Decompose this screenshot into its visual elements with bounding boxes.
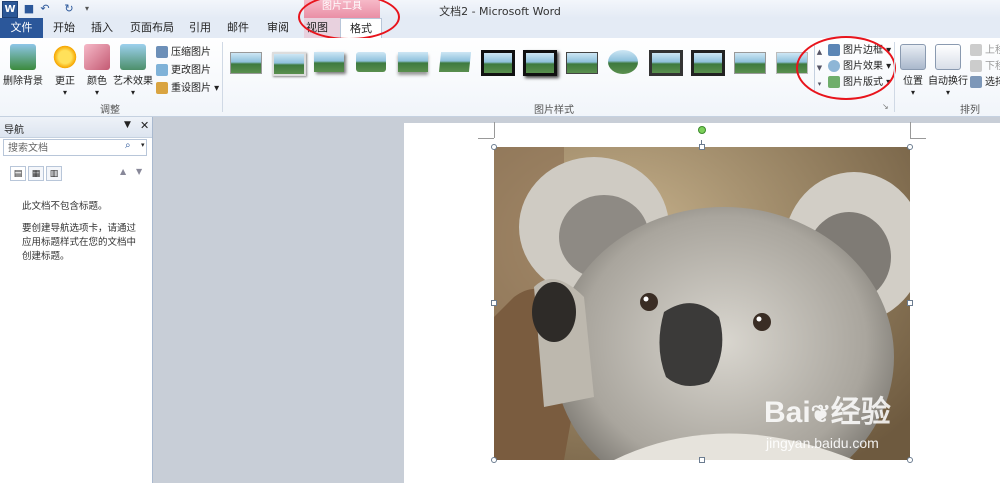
position-icon <box>900 44 926 70</box>
tab-page-layout[interactable]: 页面布局 <box>126 18 178 38</box>
tab-mailings[interactable]: 邮件 <box>222 18 254 38</box>
style-thumb-9[interactable] <box>564 48 598 76</box>
bring-forward-icon <box>970 44 982 56</box>
crop-mark <box>910 122 911 138</box>
nav-message-line1: 此文档不包含标题。 <box>22 201 108 212</box>
watermark-url: jingyan.baidu.com <box>766 435 879 451</box>
resize-handle-w[interactable] <box>491 300 497 306</box>
nav-message: 此文档不包含标题。 要创建导航选项卡，请通过应用标题样式在您的文档中创建标题。 <box>22 200 142 264</box>
style-thumb-11[interactable] <box>648 48 683 76</box>
style-thumb-5[interactable] <box>396 48 430 76</box>
nav-message-line2: 要创建导航选项卡，请通过应用标题样式在您的文档中创建标题。 <box>22 223 137 262</box>
color-icon <box>84 44 110 70</box>
nav-title: 导航 <box>4 125 24 136</box>
style-thumb-8[interactable] <box>522 48 557 76</box>
resize-handle-sw[interactable] <box>491 457 497 463</box>
tab-insert[interactable]: 插入 <box>86 18 118 38</box>
crop-mark <box>494 122 495 138</box>
artistic-effects-icon <box>120 44 146 70</box>
style-thumb-6[interactable] <box>438 48 472 76</box>
rotate-handle[interactable] <box>698 126 706 134</box>
window-title: 文档2 - Microsoft Word <box>439 5 561 18</box>
annotation-circle-styles <box>796 36 896 100</box>
tab-home[interactable]: 开始 <box>48 18 80 38</box>
style-thumb-7[interactable] <box>480 48 515 76</box>
style-thumb-13[interactable] <box>732 48 766 76</box>
selection-pane-icon <box>970 76 982 88</box>
group-label-picture-styles: 图片样式 <box>534 105 574 116</box>
position-button[interactable]: 位置 ▾ <box>898 44 928 98</box>
wrap-text-icon <box>935 44 961 70</box>
tab-headings[interactable]: ▤ <box>10 166 26 181</box>
tab-references[interactable]: 引用 <box>184 18 216 38</box>
resize-handle-n[interactable] <box>699 144 705 150</box>
style-thumb-4[interactable] <box>354 48 388 76</box>
color-button[interactable]: 颜色 ▾ <box>82 44 112 98</box>
resize-handle-se[interactable] <box>907 457 913 463</box>
style-thumb-1[interactable] <box>228 48 262 76</box>
tab-review[interactable]: 审阅 <box>262 18 294 38</box>
resize-handle-ne[interactable] <box>907 144 913 150</box>
corrections-button[interactable]: 更正 ▾ <box>50 44 80 98</box>
reset-picture-icon <box>156 82 168 94</box>
tab-pages[interactable]: ▦ <box>28 166 44 181</box>
selection-pane-button[interactable]: 选择 <box>970 74 1000 91</box>
send-backward-button[interactable]: 下移 <box>970 58 1000 75</box>
nav-menu-icon[interactable]: ▼ <box>124 120 131 130</box>
group-separator <box>894 42 895 112</box>
remove-background-icon <box>10 44 36 70</box>
watermark-brand: Bai❦经验 <box>764 396 891 429</box>
sun-icon <box>52 44 78 70</box>
bring-forward-button[interactable]: 上移 <box>970 42 1000 59</box>
close-icon[interactable]: ✕ <box>140 119 149 132</box>
group-separator <box>222 42 223 112</box>
style-thumb-12[interactable] <box>690 48 725 76</box>
group-label-arrange: 排列 <box>960 105 980 116</box>
remove-background-button[interactable]: 删除背景 <box>2 44 44 87</box>
koala-picture[interactable]: Bai❦经验 jingyan.baidu.com <box>494 147 910 460</box>
crop-mark <box>478 138 494 139</box>
style-thumb-10[interactable] <box>606 48 640 76</box>
compress-pictures-button[interactable]: 压缩图片 <box>156 44 211 61</box>
tab-results[interactable]: ▥ <box>46 166 62 181</box>
tab-file[interactable]: 文件 <box>0 18 43 38</box>
previous-icon[interactable]: ▲ <box>120 167 126 176</box>
style-thumb-3[interactable] <box>312 48 346 76</box>
crop-mark <box>910 138 926 139</box>
resize-handle-s[interactable] <box>699 457 705 463</box>
send-backward-icon <box>970 60 982 72</box>
wrap-text-button[interactable]: 自动换行 ▾ <box>928 44 968 98</box>
compress-icon <box>156 46 168 58</box>
change-picture-icon <box>156 64 168 76</box>
reset-picture-button[interactable]: 重设图片 ▾ <box>156 80 219 97</box>
next-icon[interactable]: ▼ <box>136 167 142 176</box>
search-options-icon[interactable]: ▾ <box>141 141 145 149</box>
paw-icon: ❦ <box>810 401 831 428</box>
style-thumb-2[interactable] <box>270 48 306 76</box>
artistic-effects-button[interactable]: 艺术效果 ▾ <box>112 44 154 98</box>
dialog-launcher-icon[interactable]: ↘ <box>882 102 889 111</box>
resize-handle-e[interactable] <box>907 300 913 306</box>
change-picture-button[interactable]: 更改图片 <box>156 62 211 79</box>
search-icon[interactable]: ⌕ <box>125 140 131 151</box>
resize-handle-nw[interactable] <box>491 144 497 150</box>
group-label-adjust: 调整 <box>100 105 120 116</box>
